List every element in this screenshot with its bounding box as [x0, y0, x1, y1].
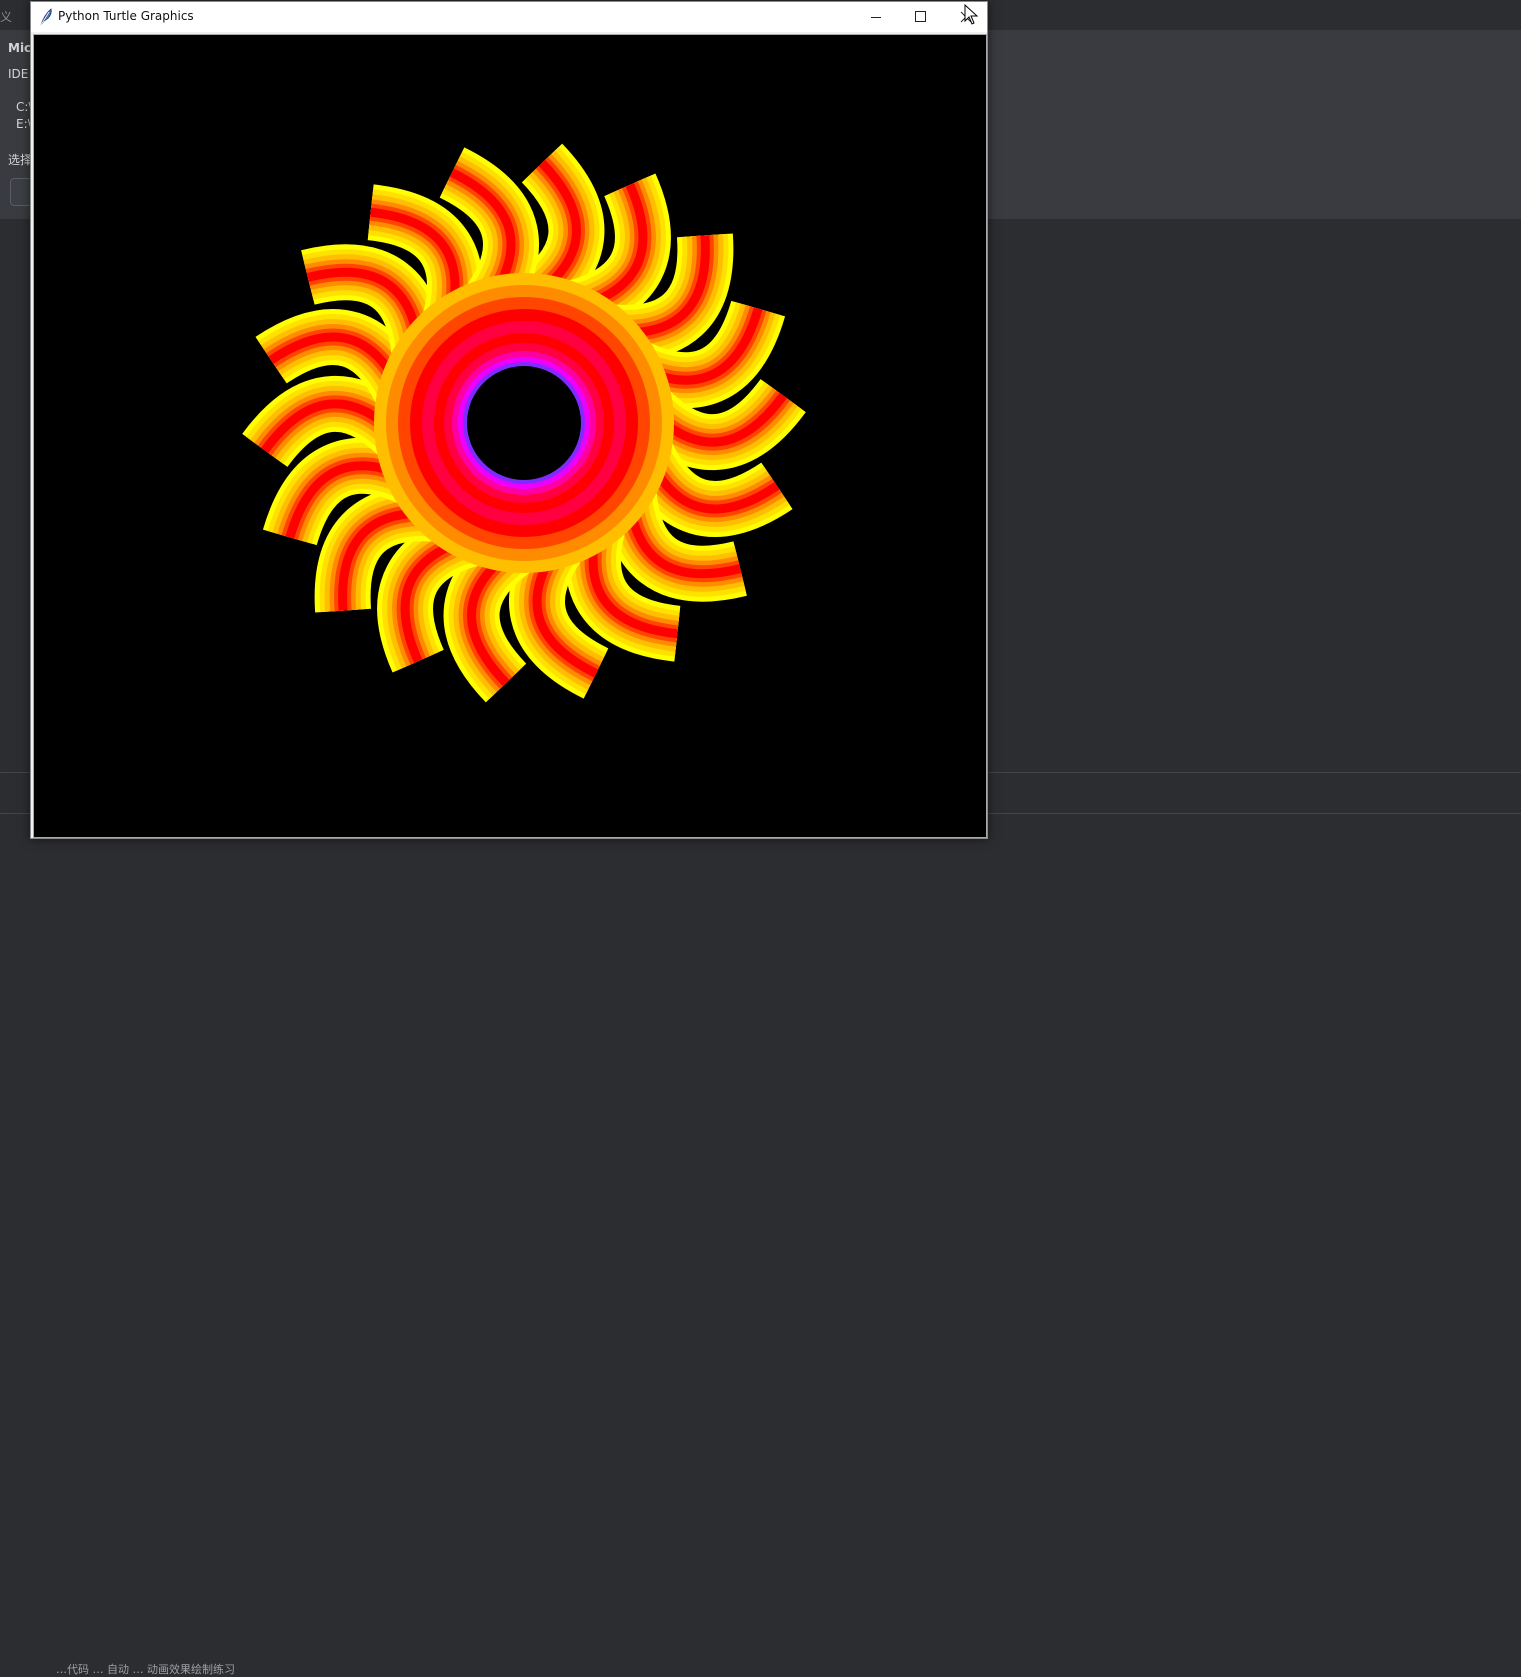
window-title: Python Turtle Graphics — [58, 9, 194, 23]
minimize-button[interactable] — [853, 2, 898, 32]
turtle-canvas[interactable] — [34, 35, 986, 837]
turtle-window[interactable]: Python Turtle Graphics — [30, 1, 988, 839]
turtle-canvas-frame — [33, 34, 987, 838]
ide-status-text: …代码 … 自动 … 动画效果绘制练习 — [56, 1663, 235, 1676]
ide-notice-title: Mic — [8, 41, 32, 55]
ide-menu-glyph[interactable]: 义 — [0, 8, 12, 25]
core-hole — [467, 366, 581, 480]
window-title-bar[interactable]: Python Turtle Graphics — [31, 2, 987, 32]
flower-drawing — [242, 143, 806, 703]
mouse-cursor-icon — [964, 4, 978, 25]
maximize-icon — [915, 11, 926, 22]
ide-choose-label: 选择 — [8, 153, 33, 167]
maximize-button[interactable] — [898, 2, 943, 32]
ide-notice-subtitle: IDE — [8, 67, 29, 81]
feather-icon — [38, 8, 54, 26]
minimize-icon — [871, 17, 881, 18]
